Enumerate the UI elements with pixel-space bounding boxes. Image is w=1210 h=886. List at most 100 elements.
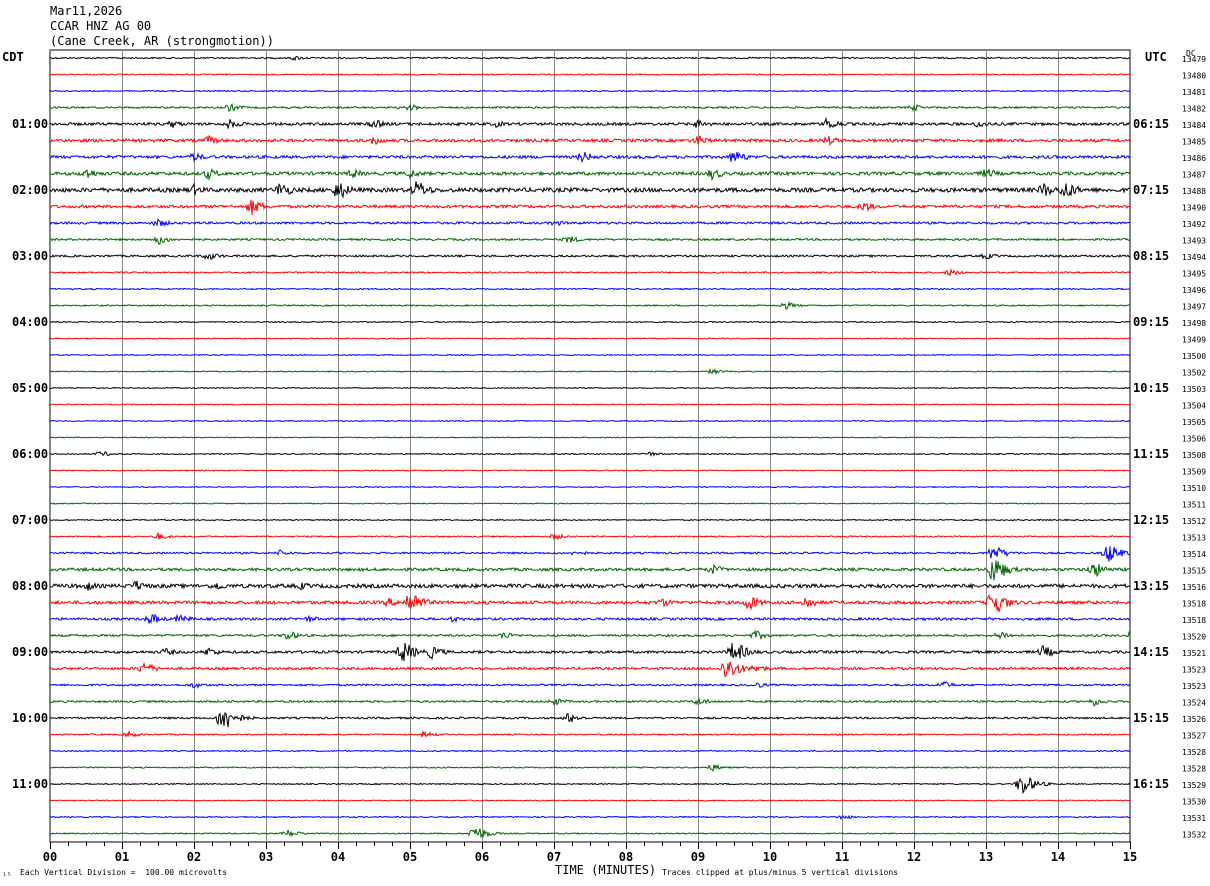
x-tick-label: 03 (259, 850, 273, 864)
left-time-label: 02:00 (12, 183, 48, 197)
x-tick-label: 09 (691, 850, 705, 864)
dc-value-label: 13494 (1182, 253, 1206, 262)
x-tick-label: 15 (1123, 850, 1137, 864)
right-time-label: 07:15 (1133, 183, 1169, 197)
trace-line (49, 485, 1131, 489)
dc-value-label: 13505 (1182, 418, 1206, 427)
corner-mark: ¹⁵ (2, 871, 12, 880)
trace-line (49, 776, 1131, 795)
dc-value-label: 13485 (1182, 138, 1206, 147)
dc-value-label: 13500 (1182, 352, 1206, 361)
dc-value-label: 13504 (1182, 402, 1206, 411)
dc-value-label: 13532 (1182, 831, 1206, 840)
trace-line (49, 199, 1131, 215)
dc-value-label: 13486 (1182, 154, 1206, 163)
dc-value-label: 13495 (1182, 270, 1206, 279)
dc-value-label: 13509 (1182, 468, 1206, 477)
clip-note: Traces clipped at plus/minus 5 vertical … (662, 868, 899, 877)
dc-value-label: 13518 (1182, 600, 1206, 609)
dc-value-label: 13523 (1182, 682, 1206, 691)
dc-value-label: 13481 (1182, 88, 1206, 97)
right-time-label: 08:15 (1133, 249, 1169, 263)
trace-line (49, 301, 1131, 310)
dc-value-label: 13503 (1182, 385, 1206, 394)
trace-line (49, 116, 1131, 130)
trace-line (49, 712, 1131, 728)
trace-line (49, 629, 1131, 641)
left-time-label: 11:00 (12, 777, 48, 791)
trace-line (49, 134, 1131, 146)
x-tick-label: 01 (115, 850, 129, 864)
trace-line (49, 353, 1131, 357)
trace-line (49, 403, 1131, 406)
x-tick-label: 02 (187, 850, 201, 864)
dc-value-label: 13528 (1182, 765, 1206, 774)
dc-value-label: 13508 (1182, 451, 1206, 460)
left-time-label: 04:00 (12, 315, 48, 329)
trace-line (49, 419, 1131, 423)
dc-value-label: 13512 (1182, 517, 1206, 526)
dc-value-label: 13484 (1182, 121, 1206, 130)
trace-line (49, 799, 1131, 802)
trace-line (49, 642, 1131, 662)
dc-value-label: 13480 (1182, 72, 1206, 81)
trace-line (49, 450, 1131, 457)
dc-value-label: 13502 (1182, 369, 1206, 378)
x-tick-label: 13 (979, 850, 993, 864)
trace-line (49, 337, 1131, 340)
dc-value-label: 13493 (1182, 237, 1206, 246)
right-time-label: 12:15 (1133, 513, 1169, 527)
dc-value-label: 13516 (1182, 583, 1206, 592)
trace-line (49, 828, 1131, 839)
x-tick-label: 07 (547, 850, 561, 864)
dc-value-label: 13487 (1182, 171, 1206, 180)
dc-value-label: 13510 (1182, 484, 1206, 493)
trace-line (49, 151, 1131, 164)
x-tick-label: 12 (907, 850, 921, 864)
trace-line (49, 729, 1131, 738)
dc-value-label: 13488 (1182, 187, 1206, 196)
trace-line (49, 73, 1131, 76)
right-time-label: 14:15 (1133, 645, 1169, 659)
trace-line (49, 502, 1131, 505)
scale-note: Each Vertical Division = 100.00 microvol… (20, 868, 228, 877)
dc-value-label: 13521 (1182, 649, 1206, 658)
right-time-label: 11:15 (1133, 447, 1169, 461)
trace-line (49, 814, 1131, 821)
dc-value-label: 13498 (1182, 319, 1206, 328)
right-time-label: 09:15 (1133, 315, 1169, 329)
dc-value-label: 13526 (1182, 715, 1206, 724)
left-time-label: 03:00 (12, 249, 48, 263)
right-time-label: 10:15 (1133, 381, 1169, 395)
dc-value-label: 13531 (1182, 814, 1206, 823)
dc-value-label: 13523 (1182, 666, 1206, 675)
dc-value-label: 13515 (1182, 567, 1206, 576)
x-tick-label: 04 (331, 850, 345, 864)
dc-value-label: 13529 (1182, 781, 1206, 790)
dc-value-label: 13499 (1182, 336, 1206, 345)
trace-line (49, 181, 1130, 199)
trace-line (49, 531, 1131, 541)
dc-value-label: 13527 (1182, 732, 1206, 741)
trace-line (49, 320, 1131, 324)
right-time-label: 16:15 (1133, 777, 1169, 791)
trace-line (49, 560, 1130, 581)
dc-value-label: 13482 (1182, 105, 1206, 114)
trace-line (49, 386, 1131, 390)
left-time-label: 05:00 (12, 381, 48, 395)
dc-value-label: 13479 (1182, 55, 1206, 64)
trace-line (49, 469, 1131, 472)
trace-line (49, 267, 1131, 277)
x-axis-title: TIME (MINUTES) (555, 863, 657, 877)
trace-line (49, 236, 1131, 245)
dc-value-label: 13496 (1182, 286, 1206, 295)
dc-value-label: 13490 (1182, 204, 1206, 213)
dc-value-label: 13524 (1182, 699, 1206, 708)
x-tick-label: 00 (43, 850, 57, 864)
dc-value-label: 13520 (1182, 633, 1206, 642)
right-time-label: 13:15 (1133, 579, 1169, 593)
trace-line (49, 218, 1131, 228)
trace-line (50, 518, 1131, 522)
dc-value-label: 13514 (1182, 550, 1206, 559)
right-time-label: 06:15 (1133, 117, 1169, 131)
